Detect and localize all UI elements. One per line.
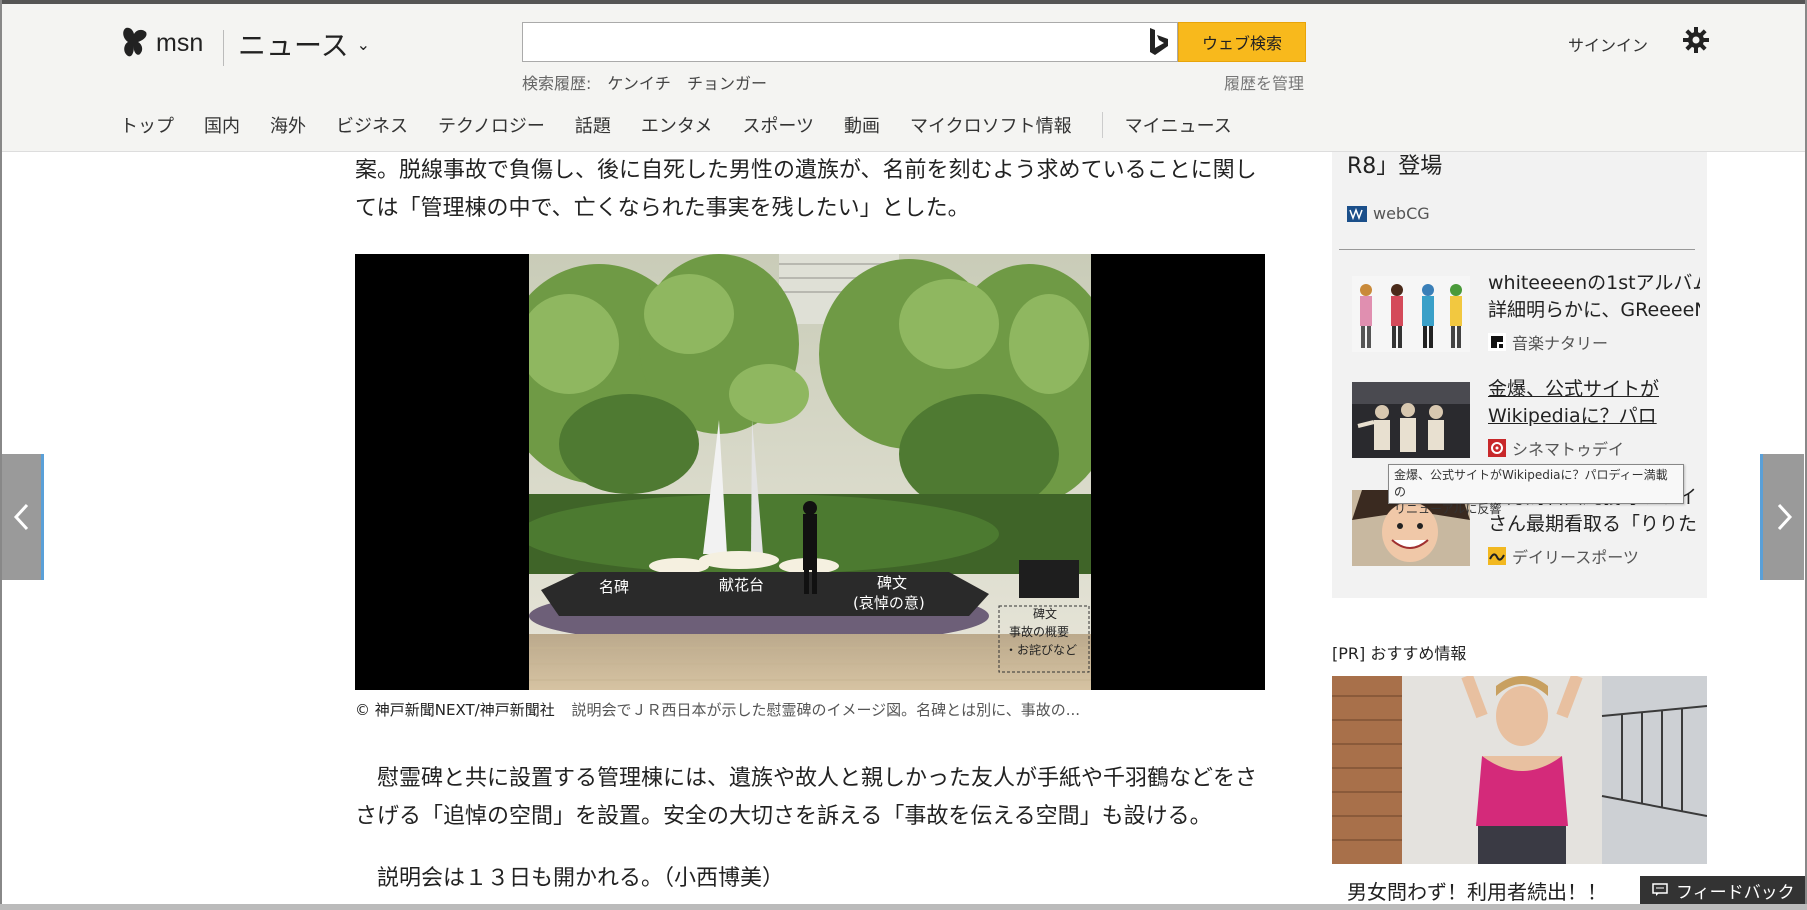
story-source: 音楽ナタリー bbox=[1488, 330, 1608, 354]
memorial-illustration: 名碑 献花台 碑文 (哀悼の意) 碑文 事故の概要 ・お詫びなど bbox=[529, 254, 1091, 690]
photo-label-inscription-sub: (哀悼の意) bbox=[853, 594, 925, 612]
chevron-left-icon bbox=[13, 503, 28, 531]
nav-item-technology[interactable]: テクノロジー bbox=[438, 112, 545, 138]
previous-article-button[interactable] bbox=[2, 454, 44, 580]
nav-divider bbox=[1101, 112, 1103, 138]
photo-label-inscription: 碑文 bbox=[877, 574, 907, 592]
next-article-button[interactable] bbox=[1760, 454, 1804, 580]
story-title: whiteeeenの1stアルバム 詳細明らかに、GReeeeN bbox=[1488, 270, 1700, 324]
signin-link[interactable]: サインイン bbox=[1568, 32, 1648, 56]
article-photo[interactable]: 名碑 献花台 碑文 (哀悼の意) 碑文 事故の概要 ・お詫びなど bbox=[355, 254, 1265, 690]
pr-image[interactable] bbox=[1332, 676, 1707, 864]
sidebar-story[interactable]: 金爆、公式サイトが Wikipediaに？パロ シネマトゥデイ bbox=[1352, 378, 1697, 462]
web-search-button[interactable]: ウェブ検索 bbox=[1178, 22, 1306, 62]
manage-history-link[interactable]: 履歴を管理 bbox=[1224, 70, 1304, 94]
pr-section-label: [PR] おすすめ情報 bbox=[1332, 644, 1467, 663]
gear-icon[interactable] bbox=[1682, 26, 1710, 54]
nav-item-video[interactable]: 動画 bbox=[844, 112, 880, 138]
search-history: 検索履歴: ケンイチ チョンガー bbox=[522, 70, 767, 94]
story-title-line: 詳細明らかに、GReeeeN bbox=[1488, 299, 1700, 321]
story-title-line: 金爆、公式サイトが bbox=[1488, 378, 1660, 400]
story-source: デイリースポーツ bbox=[1488, 544, 1639, 568]
nav-item-microsoft[interactable]: マイクロソフト情報 bbox=[910, 112, 1072, 138]
story-source: シネマトゥデイ bbox=[1488, 436, 1624, 460]
photo-note-line: ・お詫びなど bbox=[1005, 643, 1077, 657]
tooltip-line: リニューアルに反響 bbox=[1394, 502, 1502, 516]
nav-item-domestic[interactable]: 国内 bbox=[204, 112, 240, 138]
webcg-logo-icon bbox=[1347, 205, 1367, 222]
feedback-icon bbox=[1652, 883, 1668, 896]
section-selector[interactable]: ニュース ⌄ bbox=[238, 24, 370, 64]
article-paragraph: 説明会は１３日も開かれる。（小西博美） bbox=[355, 866, 785, 891]
photo-note-line: 事故の概要 bbox=[1009, 624, 1069, 639]
story-title: 金爆、公式サイトが Wikipediaに？パロ bbox=[1488, 376, 1700, 430]
photo-caption: © 神戸新聞NEXT/神戸新聞社 説明会でＪＲ西日本が示した慰霊碑のイメージ図。… bbox=[355, 699, 1080, 720]
nav-item-sports[interactable]: スポーツ bbox=[742, 112, 814, 138]
story-tooltip: 金爆、公式サイトがWikipediaに？パロディー満載の リニューアルに反響 bbox=[1388, 464, 1684, 516]
nav-item-entertainment[interactable]: エンタメ bbox=[641, 112, 712, 138]
nav-item-top[interactable]: トップ bbox=[120, 112, 174, 138]
source-name: シネマトゥデイ bbox=[1512, 440, 1625, 459]
nav-item-my-news[interactable]: マイニュース bbox=[1125, 112, 1232, 138]
bing-icon[interactable] bbox=[1144, 26, 1174, 58]
feedback-button[interactable]: フィードバック bbox=[1640, 876, 1805, 904]
daily-sports-logo-icon bbox=[1488, 547, 1506, 565]
story-title-line: whiteeeenの1stアルバム bbox=[1488, 272, 1700, 294]
sidebar-story-title[interactable]: R8」登場 bbox=[1347, 148, 1442, 186]
window-bottom-border bbox=[0, 904, 1807, 910]
story-thumbnail bbox=[1352, 382, 1470, 458]
sidebar-story[interactable]: whiteeeenの1stアルバム 詳細明らかに、GReeeeN 音楽ナタリー bbox=[1352, 272, 1700, 356]
header-divider bbox=[223, 30, 224, 66]
source-name: 音楽ナタリー bbox=[1512, 334, 1609, 353]
chevron-down-icon: ⌄ bbox=[356, 34, 371, 54]
source-name: webCG bbox=[1373, 204, 1430, 223]
caption-text: 説明会でＪＲ西日本が示した慰霊碑のイメージ図。名碑とは別に、事故の... bbox=[571, 701, 1081, 719]
site-header: msn ニュース ⌄ ウェブ検索 検索履歴: ケンイチ チョンガー 履歴を管理 … bbox=[2, 4, 1805, 152]
story-thumbnail bbox=[1352, 276, 1470, 352]
natalie-logo-icon bbox=[1488, 333, 1506, 351]
photo-note-line: 碑文 bbox=[1033, 606, 1057, 621]
feedback-label: フィードバック bbox=[1676, 882, 1795, 903]
search-history-item[interactable]: チョンガー bbox=[687, 70, 767, 94]
section-title: ニュース bbox=[238, 29, 349, 62]
nav-item-topics[interactable]: 話題 bbox=[575, 112, 611, 138]
source-name: デイリースポーツ bbox=[1512, 548, 1639, 567]
photo-label-memorial: 名碑 bbox=[599, 578, 629, 596]
article-paragraph: 案。脱線事故で負傷し、後に自死した男性の遺族が、名前を刻むよう求めていることに関… bbox=[355, 158, 1257, 221]
story-title-line: Wikipediaに？パロ bbox=[1488, 405, 1657, 427]
photo-credit: © 神戸新聞NEXT/神戸新聞社 bbox=[355, 701, 555, 719]
article-paragraph: 慰霊碑と共に設置する管理棟には、遺族や故人と親しかった友人が手紙や千羽鶴などをさ… bbox=[355, 766, 1258, 829]
tooltip-line: 金爆、公式サイトがWikipediaに？パロディー満載の bbox=[1394, 468, 1668, 499]
pr-title[interactable]: 男女問わず！利用者続出！！ bbox=[1347, 876, 1607, 905]
cinematoday-logo-icon bbox=[1488, 439, 1506, 457]
search-history-label: 検索履歴: bbox=[522, 74, 592, 93]
nav-item-business[interactable]: ビジネス bbox=[336, 112, 408, 138]
chevron-right-icon bbox=[1777, 503, 1792, 531]
photo-label-flower: 献花台 bbox=[719, 576, 764, 594]
butterfly-icon bbox=[123, 27, 147, 57]
nav-item-international[interactable]: 海外 bbox=[270, 112, 306, 138]
msn-logo[interactable]: msn bbox=[120, 26, 203, 60]
search-input[interactable] bbox=[522, 22, 1178, 62]
category-nav: トップ 国内 海外 ビジネス テクノロジー 話題 エンタメ スポーツ 動画 マイ… bbox=[120, 112, 1262, 138]
sidebar-story-source: webCG bbox=[1347, 204, 1430, 223]
sidebar-divider bbox=[1339, 249, 1695, 250]
logo-text: msn bbox=[156, 28, 204, 57]
search-history-item[interactable]: ケンイチ bbox=[607, 70, 671, 94]
